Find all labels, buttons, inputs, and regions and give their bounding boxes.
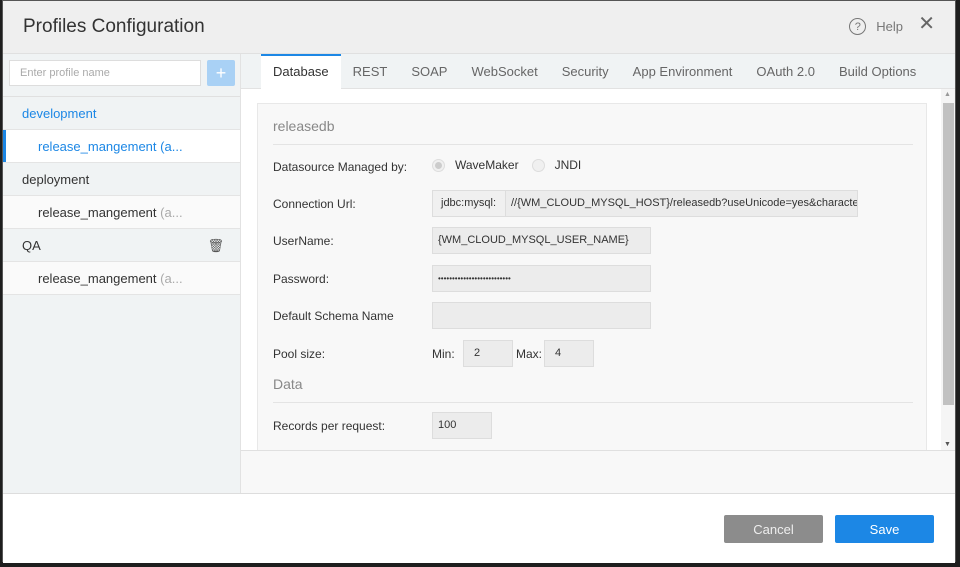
profile-item-suffix: (a...	[160, 139, 183, 154]
scroll-down-arrow-icon[interactable]: ▼	[944, 441, 951, 448]
profile-group-qa[interactable]: QA 🗑	[3, 229, 240, 262]
records-per-request-label: Records per request:	[273, 419, 386, 433]
database-panel: releasedb Datasource Managed by: WaveMak…	[257, 103, 927, 450]
profile-item-suffix: (a...	[160, 205, 183, 220]
dialog-header: Profiles Configuration ? Help ✕	[3, 1, 955, 54]
question-circle-icon: ?	[849, 18, 867, 35]
profile-input-row: +	[3, 54, 240, 97]
profile-group-label: QA	[22, 238, 41, 253]
profile-item-label: release_mangement	[38, 139, 157, 154]
connection-url-prefix: jdbc:mysql:	[432, 190, 506, 217]
tab-rest[interactable]: REST	[341, 54, 400, 89]
tab-database[interactable]: Database	[261, 54, 341, 89]
content-scrollbar[interactable]: ▲ ▼	[941, 89, 955, 450]
scrollbar-thumb[interactable]	[943, 103, 954, 405]
profiles-sidebar: + development release_mangement (a... de…	[3, 54, 241, 493]
save-button[interactable]: Save	[835, 515, 934, 543]
section-divider	[273, 402, 913, 403]
help-button[interactable]: ? Help	[849, 18, 903, 35]
profile-item-label: release_mangement	[38, 271, 157, 286]
profile-item-development-release[interactable]: release_mangement (a...	[3, 130, 240, 163]
connection-url-label: Connection Url:	[273, 197, 356, 211]
profile-item-label: release_mangement	[38, 205, 157, 220]
tab-oauth[interactable]: OAuth 2.0	[744, 54, 827, 89]
profile-group-development[interactable]: development	[3, 97, 240, 130]
pool-max-label: Max:	[516, 347, 543, 361]
profile-name-input[interactable]	[9, 60, 201, 86]
content-footer	[241, 450, 955, 493]
dialog-footer: Cancel Save	[3, 493, 955, 563]
profile-item-deployment-release[interactable]: release_mangement (a...	[3, 196, 240, 229]
section-title-releasedb: releasedb	[273, 118, 335, 134]
profile-group-label: deployment	[22, 172, 90, 187]
username-input[interactable]: {WM_CLOUD_MYSQL_USER_NAME}	[432, 227, 651, 254]
close-icon[interactable]: ✕	[918, 14, 935, 34]
records-per-request-input[interactable]: 100	[432, 412, 492, 439]
datasource-label: Datasource Managed by:	[273, 160, 408, 174]
radio-jndi-label: JNDI	[554, 158, 582, 172]
pool-min-input[interactable]: 2	[463, 340, 513, 367]
connection-url-input[interactable]: //{WM_CLOUD_MYSQL_HOST}/releasedb?useUni…	[505, 190, 858, 217]
tab-websocket[interactable]: WebSocket	[459, 54, 549, 89]
config-tabs: Database REST SOAP WebSocket Security Ap…	[241, 54, 955, 89]
scroll-up-arrow-icon[interactable]: ▲	[944, 91, 951, 98]
pool-size-label: Pool size:	[273, 347, 326, 361]
datasource-radio-group: WaveMaker JNDI	[432, 158, 581, 172]
password-input[interactable]: ••••••••••••••••••••••••••	[432, 265, 651, 292]
help-label: Help	[876, 19, 903, 34]
main-panel: Database REST SOAP WebSocket Security Ap…	[241, 54, 955, 493]
pool-min-label: Min:	[432, 347, 455, 361]
trash-icon[interactable]: 🗑	[207, 229, 224, 262]
tab-build-options[interactable]: Build Options	[827, 54, 928, 89]
schema-label: Default Schema Name	[273, 309, 394, 323]
radio-jndi[interactable]	[531, 158, 545, 172]
profile-group-label: development	[22, 106, 97, 121]
database-tab-content: releasedb Datasource Managed by: WaveMak…	[241, 89, 955, 450]
password-label: Password:	[273, 272, 330, 286]
cancel-button[interactable]: Cancel	[724, 515, 823, 543]
dialog-title: Profiles Configuration	[23, 16, 205, 37]
profiles-configuration-dialog: Profiles Configuration ? Help ✕ + develo…	[2, 0, 956, 563]
radio-wavemaker[interactable]	[432, 158, 445, 172]
username-label: UserName:	[273, 234, 334, 248]
section-title-data: Data	[273, 376, 303, 392]
pool-max-input[interactable]: 4	[544, 340, 594, 367]
section-divider	[273, 144, 913, 145]
plus-icon: +	[215, 62, 227, 83]
tab-app-environment[interactable]: App Environment	[621, 54, 745, 89]
profile-item-qa-release[interactable]: release_mangement (a...	[3, 262, 240, 295]
add-profile-button[interactable]: +	[207, 60, 235, 86]
profile-item-suffix: (a...	[160, 271, 183, 286]
tab-soap[interactable]: SOAP	[399, 54, 459, 89]
tab-security[interactable]: Security	[550, 54, 621, 89]
radio-wavemaker-label: WaveMaker	[455, 158, 519, 172]
schema-input[interactable]	[432, 302, 651, 329]
profile-group-deployment[interactable]: deployment	[3, 163, 240, 196]
